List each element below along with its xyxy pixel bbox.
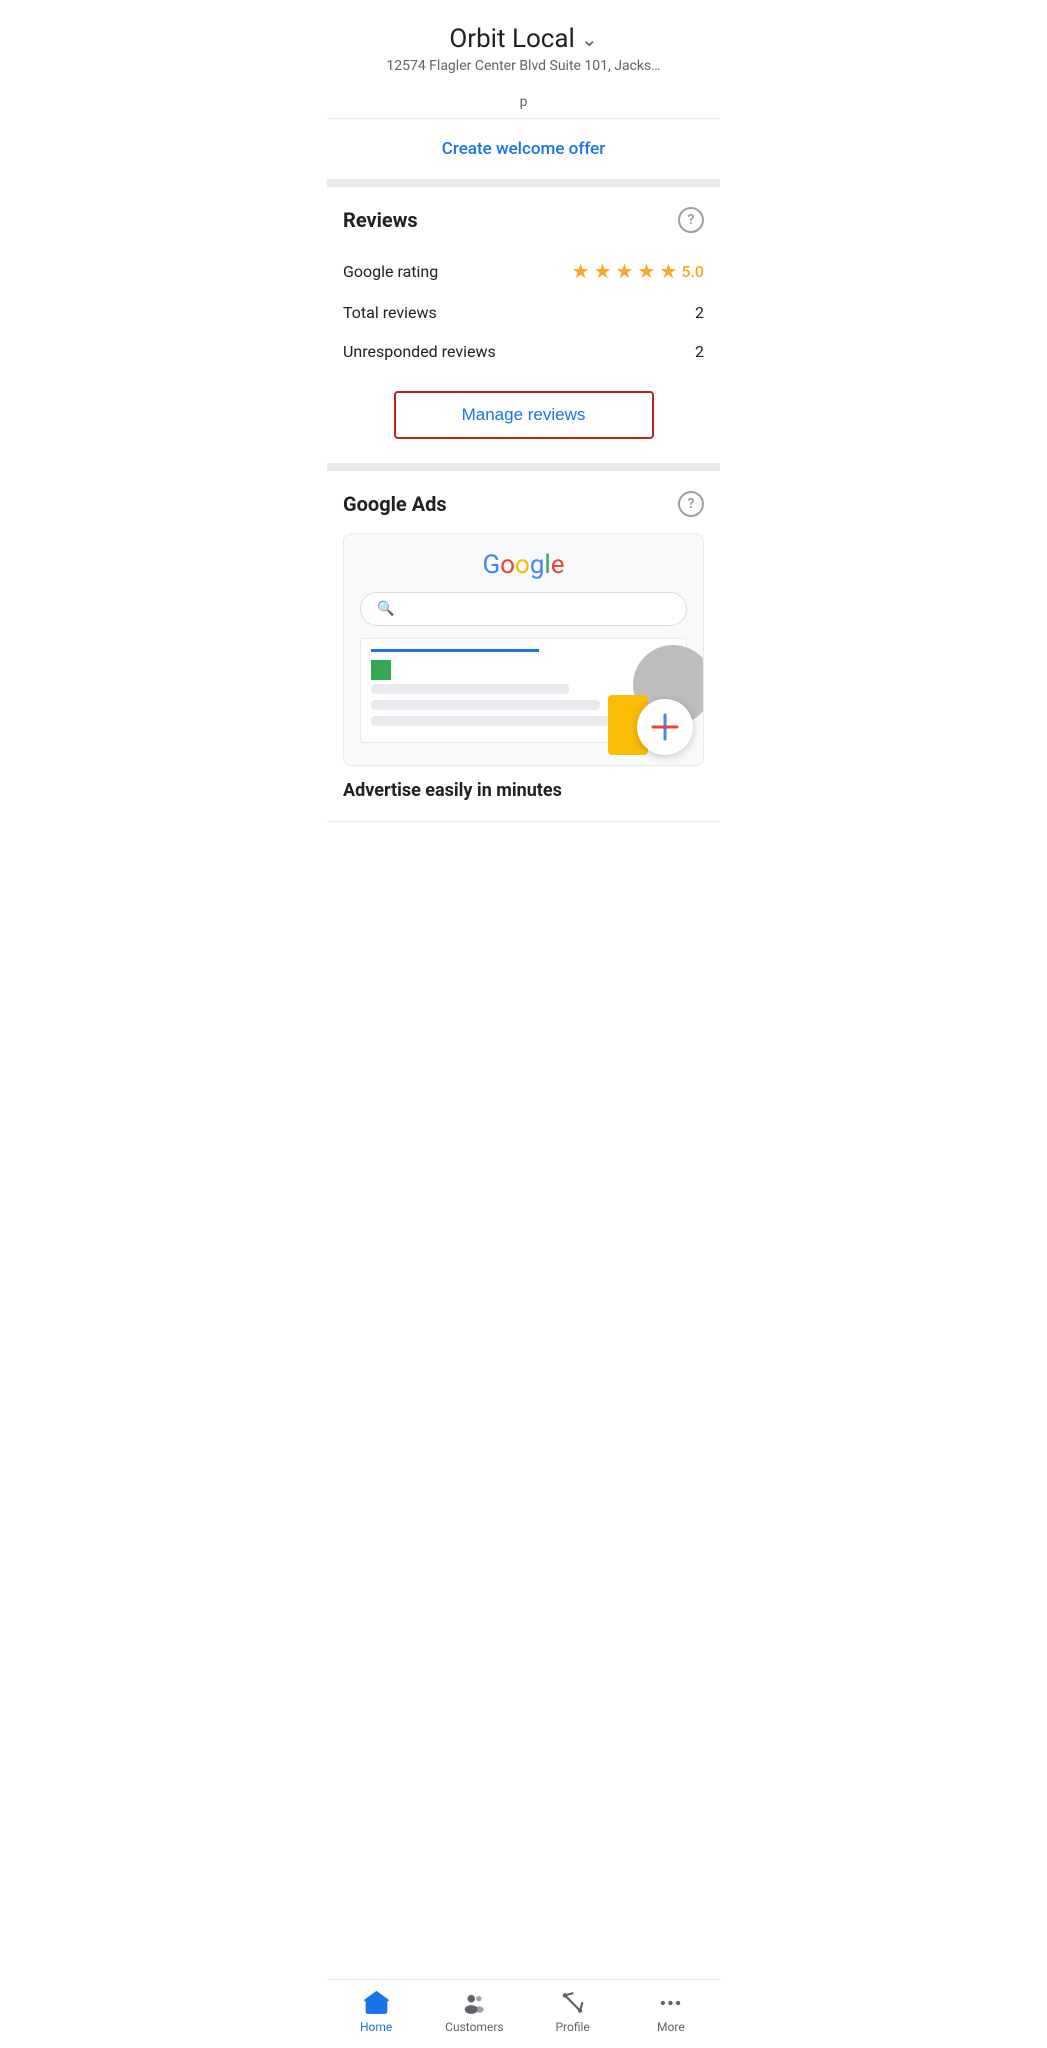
nav-item-profile[interactable]: Profile	[524, 1980, 622, 2048]
ads-help-icon[interactable]: ?	[678, 491, 704, 517]
chevron-down-icon: ⌄	[581, 27, 598, 51]
search-icon: 🔍	[377, 601, 394, 617]
business-address: 12574 Flagler Center Blvd Suite 101, Jac…	[343, 58, 704, 74]
star-5: ★	[659, 259, 677, 283]
nav-item-home[interactable]: Home	[327, 1980, 425, 2048]
ads-section-title: Google Ads	[343, 492, 447, 516]
partial-top-content: p	[327, 86, 720, 119]
ad-result-square	[371, 660, 676, 684]
nav-label-more: More	[657, 2020, 685, 2034]
manage-reviews-button[interactable]: Manage reviews	[394, 391, 654, 439]
star-4: ★	[637, 259, 655, 283]
ad-result-line-1	[371, 684, 569, 694]
unresponded-reviews-value: 2	[695, 342, 704, 361]
unresponded-reviews-label: Unresponded reviews	[343, 342, 496, 361]
nav-spacer	[327, 822, 720, 902]
home-icon	[363, 1990, 389, 2016]
profile-icon	[560, 1990, 586, 2016]
create-welcome-offer-link[interactable]: Create welcome offer	[442, 139, 606, 159]
star-2: ★	[594, 259, 612, 283]
google-rating-row: Google rating ★ ★ ★ ★ ★ 5.0	[343, 249, 704, 293]
google-logo-text: Google	[482, 550, 564, 580]
business-name-text: Orbit Local	[449, 24, 574, 54]
nav-item-more[interactable]: More	[622, 1980, 720, 2048]
ads-section-header: Google Ads ?	[343, 491, 704, 517]
star-3: ★	[616, 259, 634, 283]
reviews-help-icon[interactable]: ?	[678, 207, 704, 233]
total-reviews-value: 2	[695, 303, 704, 322]
business-name-container[interactable]: Orbit Local ⌄	[343, 24, 704, 54]
google-ads-section: Google Ads ? Google 🔍	[327, 471, 720, 822]
ad-result-blue-bar	[371, 649, 539, 652]
nav-item-customers[interactable]: Customers	[425, 1980, 523, 2048]
bottom-navigation: Home Customers Profile More	[327, 1979, 720, 2048]
advertise-text: Advertise easily in minutes	[343, 780, 704, 801]
more-icon	[658, 1990, 684, 2016]
nav-label-customers: Customers	[445, 2020, 503, 2034]
search-bar-mock: 🔍	[360, 592, 687, 626]
welcome-offer-section: Create welcome offer	[327, 119, 720, 187]
header: Orbit Local ⌄ 12574 Flagler Center Blvd …	[327, 0, 720, 86]
ad-mockup-card: Google 🔍	[343, 533, 704, 766]
total-reviews-label: Total reviews	[343, 303, 437, 322]
ad-plus-button[interactable]	[637, 699, 693, 755]
plus-icon	[649, 711, 681, 743]
rating-number: 5.0	[681, 262, 704, 281]
ad-result-line-2	[371, 700, 600, 710]
reviews-section-header: Reviews ?	[343, 207, 704, 233]
nav-label-profile: Profile	[555, 2020, 589, 2034]
customers-icon	[461, 1990, 487, 2016]
google-rating-label: Google rating	[343, 262, 438, 281]
ad-result-line-3	[371, 716, 646, 726]
stars-container: ★ ★ ★ ★ ★ 5.0	[572, 259, 704, 283]
unresponded-reviews-row: Unresponded reviews 2	[343, 332, 704, 371]
nav-label-home: Home	[360, 2020, 392, 2034]
reviews-section: Reviews ? Google rating ★ ★ ★ ★ ★ 5.0 To…	[327, 187, 720, 471]
total-reviews-row: Total reviews 2	[343, 293, 704, 332]
star-1: ★	[572, 259, 590, 283]
reviews-section-title: Reviews	[343, 208, 418, 232]
google-logo: Google	[360, 550, 687, 580]
